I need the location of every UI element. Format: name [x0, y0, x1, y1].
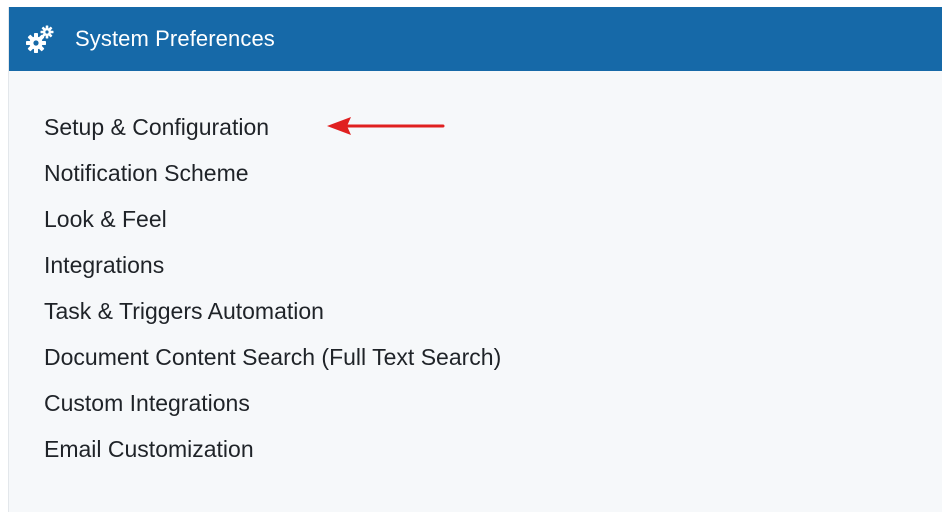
system-preferences-panel: System Preferences Setup & Configuration…: [8, 7, 942, 512]
menu-item-look-feel[interactable]: Look & Feel: [44, 201, 501, 247]
menu-item-integrations[interactable]: Integrations: [44, 247, 501, 293]
menu-item-custom-integrations[interactable]: Custom Integrations: [44, 385, 501, 431]
panel-title: System Preferences: [75, 26, 275, 51]
menu-item-task-triggers-automation[interactable]: Task & Triggers Automation: [44, 293, 501, 339]
gears-icon: [25, 24, 55, 54]
preferences-menu: Setup & Configuration Notification Schem…: [44, 109, 501, 477]
panel-header: System Preferences: [9, 7, 942, 71]
red-arrow-icon: [323, 114, 447, 143]
menu-item-email-customization[interactable]: Email Customization: [44, 431, 501, 477]
menu-item-notification-scheme[interactable]: Notification Scheme: [44, 155, 501, 201]
menu-item-document-content-search[interactable]: Document Content Search (Full Text Searc…: [44, 339, 501, 385]
